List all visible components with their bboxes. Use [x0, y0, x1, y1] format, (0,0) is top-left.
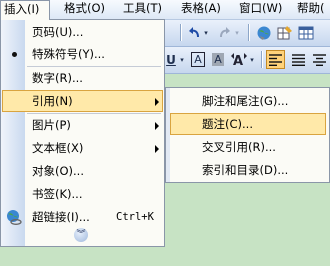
bullet-icon — [6, 46, 22, 62]
menu-item-label: 题注(C)... — [202, 117, 253, 131]
tables-borders-button[interactable] — [276, 23, 294, 42]
menu-insert[interactable]: 插入(I) — [0, 0, 50, 20]
menu-help-label: 帮助( — [297, 1, 325, 15]
menu-item-footnote[interactable]: 脚注和尾注(G)... — [170, 90, 326, 112]
menu-item-special-symbols[interactable]: 特殊符号(Y)... — [2, 43, 163, 65]
menu-insert-label: 插入(I) — [4, 2, 40, 16]
undo-dropdown[interactable]: ▾ — [202, 23, 210, 42]
align-left-icon — [269, 53, 282, 66]
submenu-arrow-icon — [155, 145, 159, 153]
menu-item-caption[interactable]: 题注(C)... — [170, 113, 326, 135]
char-border-letter: A — [191, 52, 205, 67]
menu-item-label: 文本框(X) — [32, 141, 84, 155]
submenu-arrow-icon — [155, 98, 159, 106]
svg-text:A: A — [233, 54, 243, 68]
menubar: 插入(I) 格式(O) 工具(T) 表格(A) 窗口(W) 帮助( — [0, 0, 330, 20]
redo-button[interactable] — [217, 23, 233, 42]
redo-icon — [220, 26, 230, 37]
menu-item-object[interactable]: 对象(O)... — [2, 160, 163, 182]
align-center-icon — [312, 53, 326, 66]
char-scale-button[interactable]: A — [230, 50, 248, 69]
menu-item-picture[interactable]: 图片(P) — [2, 114, 163, 136]
menu-format[interactable]: 格式(O) — [61, 0, 108, 18]
hyperlink-button[interactable] — [255, 23, 273, 42]
menu-item-label: 脚注和尾注(G)... — [202, 94, 289, 108]
reference-submenu: 脚注和尾注(G)... 题注(C)... 交叉引用(R)... 索引和目录(D)… — [165, 87, 330, 183]
formatting-toolbar: U ▾ A A A ▾ — [160, 47, 330, 74]
menu-item-shortcut: Ctrl+K — [116, 211, 154, 223]
undo-button[interactable] — [186, 23, 202, 42]
toolbar-separator — [261, 51, 262, 68]
toolbar-separator — [248, 24, 249, 41]
char-shading-letter: A — [212, 53, 224, 66]
menu-item-number[interactable]: 数字(R)... — [2, 67, 163, 89]
undo-icon — [189, 26, 199, 37]
char-scale-icon: A — [231, 52, 247, 68]
menu-item-index-toc[interactable]: 索引和目录(D)... — [170, 159, 326, 181]
menu-item-label: 索引和目录(D)... — [202, 163, 289, 177]
align-left-button[interactable] — [266, 50, 285, 69]
menu-window-label: 窗口(W) — [239, 1, 283, 15]
justify-button[interactable] — [289, 50, 307, 69]
menu-table-label: 表格(A) — [181, 1, 221, 15]
menu-item-label: 数字(R)... — [32, 71, 83, 85]
menu-item-cross-reference[interactable]: 交叉引用(R)... — [170, 136, 326, 158]
menu-format-label: 格式(O) — [64, 1, 106, 15]
redo-dropdown[interactable]: ▾ — [233, 23, 241, 42]
menu-item-page-number[interactable]: 页码(U)... — [2, 21, 163, 43]
standard-toolbar: ▾ ▾ — [160, 20, 330, 47]
menu-table[interactable]: 表格(A) — [178, 0, 224, 18]
underline-dropdown[interactable]: ▾ — [178, 50, 186, 69]
menu-item-textbox[interactable]: 文本框(X) — [2, 137, 163, 159]
menu-item-label: 页码(U)... — [32, 25, 84, 39]
underline-button[interactable]: U — [164, 50, 178, 69]
menu-item-label: 特殊符号(Y)... — [32, 47, 105, 61]
menu-item-label: 对象(O)... — [32, 164, 84, 178]
menu-tools[interactable]: 工具(T) — [120, 0, 165, 18]
globe-link-icon — [6, 209, 22, 225]
toolbar-separator — [180, 24, 181, 41]
justify-icon — [291, 53, 305, 66]
insert-menu: 页码(U)... 特殊符号(Y)... 数字(R)... 引用(N) 图片(P)… — [0, 19, 165, 247]
double-chevron-down-icon[interactable]: ︾ — [74, 228, 88, 242]
menu-window[interactable]: 窗口(W) — [236, 0, 285, 18]
menu-item-label: 交叉引用(R)... — [202, 140, 276, 154]
insert-table-button[interactable] — [297, 23, 315, 42]
globe-icon — [257, 26, 271, 40]
menu-item-label: 图片(P) — [32, 118, 71, 132]
menu-tools-label: 工具(T) — [123, 1, 162, 15]
table-icon — [298, 26, 314, 39]
submenu-arrow-icon — [155, 122, 159, 130]
menu-help[interactable]: 帮助( — [294, 0, 328, 18]
char-border-button[interactable]: A — [190, 50, 206, 69]
menu-item-label: 超链接(I)... — [32, 210, 90, 224]
char-scale-dropdown[interactable]: ▾ — [248, 50, 256, 69]
menu-item-label: 引用(N) — [32, 94, 73, 108]
char-shading-button[interactable]: A — [210, 50, 226, 69]
menu-item-hyperlink[interactable]: 超链接(I)... Ctrl+K — [2, 206, 163, 228]
menu-item-reference[interactable]: 引用(N) — [2, 90, 163, 112]
align-center-button[interactable] — [310, 50, 328, 69]
menu-item-bookmark[interactable]: 书签(K)... — [2, 183, 163, 205]
table-pen-icon — [277, 25, 292, 39]
menu-item-label: 书签(K)... — [32, 187, 83, 201]
